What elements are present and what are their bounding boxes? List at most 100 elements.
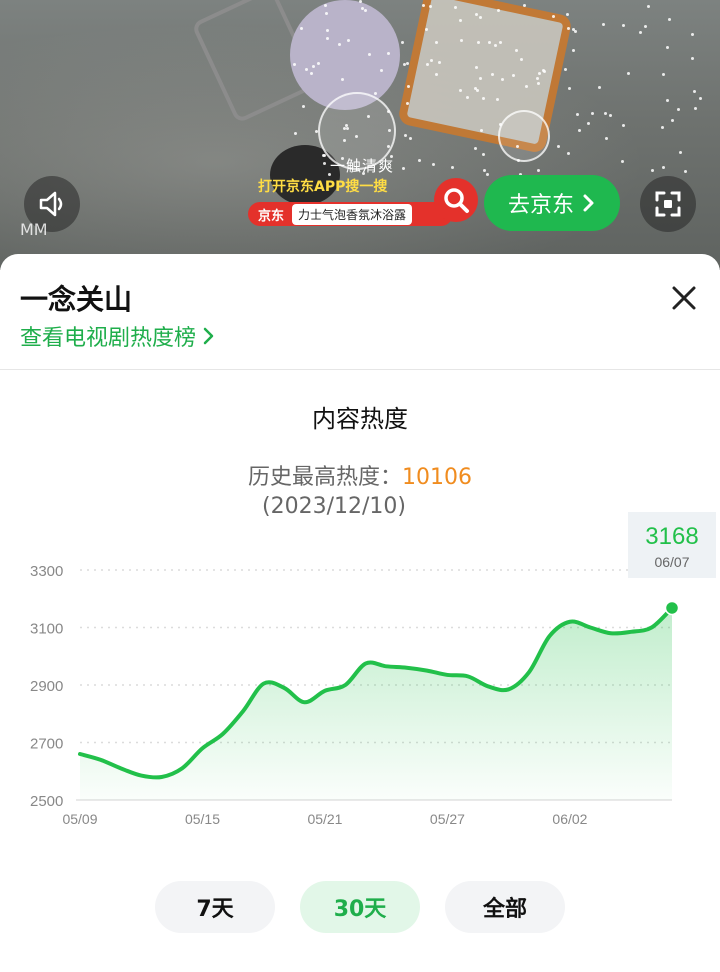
peak-heat-label: 历史最高热度： <box>248 465 403 490</box>
bubble-speck <box>519 57 523 61</box>
tv-rank-link[interactable]: 查看电视剧热度榜 <box>20 320 216 352</box>
range-tab-all[interactable]: 全部 <box>445 881 565 933</box>
bubble-speck <box>556 145 560 149</box>
chevron-right-icon <box>583 194 594 212</box>
bubble-speck <box>591 111 595 115</box>
watermark: MM <box>20 220 48 239</box>
bubble-speck <box>499 122 502 126</box>
bubble-speck <box>474 66 478 69</box>
bubble-speck <box>474 86 478 90</box>
section-title: 内容热度 <box>312 405 408 433</box>
bubble-speck <box>621 123 625 127</box>
x-tick-label: 06/02 <box>552 811 587 827</box>
peak-heat: 历史最高热度：10106 <box>248 459 472 491</box>
bubble-speck <box>354 135 358 139</box>
bubble-speck <box>311 64 315 68</box>
bubble-speck <box>481 96 485 100</box>
heat-chart[interactable]: 2500 2700 2900 3100 3300 05/09 05/15 05/21 05/27… <box>0 512 720 834</box>
bubble-speck <box>692 90 696 94</box>
bubble-speck <box>342 138 346 142</box>
bubble-speck <box>574 29 578 33</box>
heat-chart-svg: 2500 2700 2900 3100 3300 05/09 05/15 05/21 05/27… <box>30 512 716 827</box>
series-area <box>80 607 672 800</box>
latest-point <box>664 600 680 616</box>
bubble-speck <box>500 77 504 81</box>
bubble-speck <box>325 28 329 32</box>
x-tick-label: 05/27 <box>430 811 465 827</box>
go-jd-button[interactable]: 去京东 <box>484 175 620 231</box>
bubble-speck <box>679 150 683 154</box>
bubble-speck <box>403 134 407 138</box>
bubble-speck <box>670 118 674 122</box>
bubble-speck <box>537 168 541 172</box>
bubble-speck <box>662 72 666 76</box>
bubble-speck <box>603 112 607 116</box>
bubble-speck <box>566 26 570 30</box>
ad-brand: 京东 <box>258 208 285 224</box>
bubble-speck <box>424 27 428 31</box>
bubble-speck <box>477 40 481 44</box>
bubble-speck <box>430 58 434 62</box>
range-tab-7d[interactable]: 7天 <box>155 881 275 933</box>
y-tick-label: 3100 <box>30 621 63 638</box>
close-icon <box>672 286 696 310</box>
bubble-speck <box>450 165 454 169</box>
bubble-speck <box>541 69 545 73</box>
close-button[interactable] <box>664 278 704 318</box>
ad-search-button[interactable] <box>434 178 478 222</box>
bubble-speck <box>537 71 541 75</box>
bubble-speck <box>292 62 296 66</box>
peak-heat-date: (2023/12/10) <box>262 494 406 519</box>
video-caption: 一触清爽 <box>330 157 395 175</box>
y-tick-label: 2700 <box>30 736 63 753</box>
bubble-speck <box>425 62 429 66</box>
bubble-speck <box>698 97 702 101</box>
bubble-speck <box>340 77 344 81</box>
tooltip-date: 06/07 <box>654 554 689 570</box>
bubble-speck <box>608 114 612 118</box>
bubble-speck <box>481 152 485 156</box>
video-player[interactable]: 一触清爽 MM 打开京东APP搜一搜 京东 力士气泡香氛沐浴露 去京东 <box>0 0 720 270</box>
bubble-speck <box>620 160 624 164</box>
bubble-speck <box>304 68 308 72</box>
tv-rank-link-label: 查看电视剧热度榜 <box>20 326 197 351</box>
fullscreen-icon <box>655 191 681 217</box>
go-jd-label: 去京东 <box>507 193 574 218</box>
bubble-speck <box>622 23 626 27</box>
bubble-speck <box>434 72 438 76</box>
bubble-speck <box>364 8 367 12</box>
y-tick-label: 2900 <box>30 678 63 695</box>
chevron-right-icon <box>203 327 214 345</box>
bubble-speck <box>326 36 330 40</box>
bubble-speck <box>360 6 364 10</box>
bubble-speck <box>428 4 432 8</box>
ad-headline: 打开京东APP搜一搜 <box>258 179 388 195</box>
bubble-speck <box>597 86 601 90</box>
bubble-speck <box>536 82 540 86</box>
bubble-speck <box>493 43 497 47</box>
bubble-speck <box>431 162 435 166</box>
range-tab-30d[interactable]: 30天 <box>300 881 420 933</box>
ad-bar: 京东 力士气泡香氛沐浴露 <box>248 202 453 226</box>
bubble-speck <box>437 61 441 65</box>
video-scene-bubble <box>498 110 550 162</box>
bubble-speck <box>479 129 483 133</box>
x-tick-label: 05/15 <box>185 811 220 827</box>
y-tick-label: 3300 <box>30 563 63 580</box>
x-tick-label: 05/09 <box>62 811 97 827</box>
speaker-icon <box>39 191 63 217</box>
bubble-speck <box>482 169 486 173</box>
heat-sheet: 一念关山 查看电视剧热度榜 内容热度 历史最高热度：10106 (2023/12… <box>0 254 720 972</box>
bubble-speck <box>693 106 697 110</box>
y-tick-label: 2500 <box>30 793 63 810</box>
divider <box>0 369 720 370</box>
x-tick-label: 05/21 <box>307 811 342 827</box>
peak-heat-value: 10106 <box>402 465 473 490</box>
search-icon <box>444 188 469 213</box>
fullscreen-button[interactable] <box>640 176 696 232</box>
bubble-speck <box>479 15 483 19</box>
bubble-speck <box>490 72 494 76</box>
bubble-speck <box>405 61 409 65</box>
bubble-speck <box>638 31 642 35</box>
bubble-speck <box>434 40 438 44</box>
